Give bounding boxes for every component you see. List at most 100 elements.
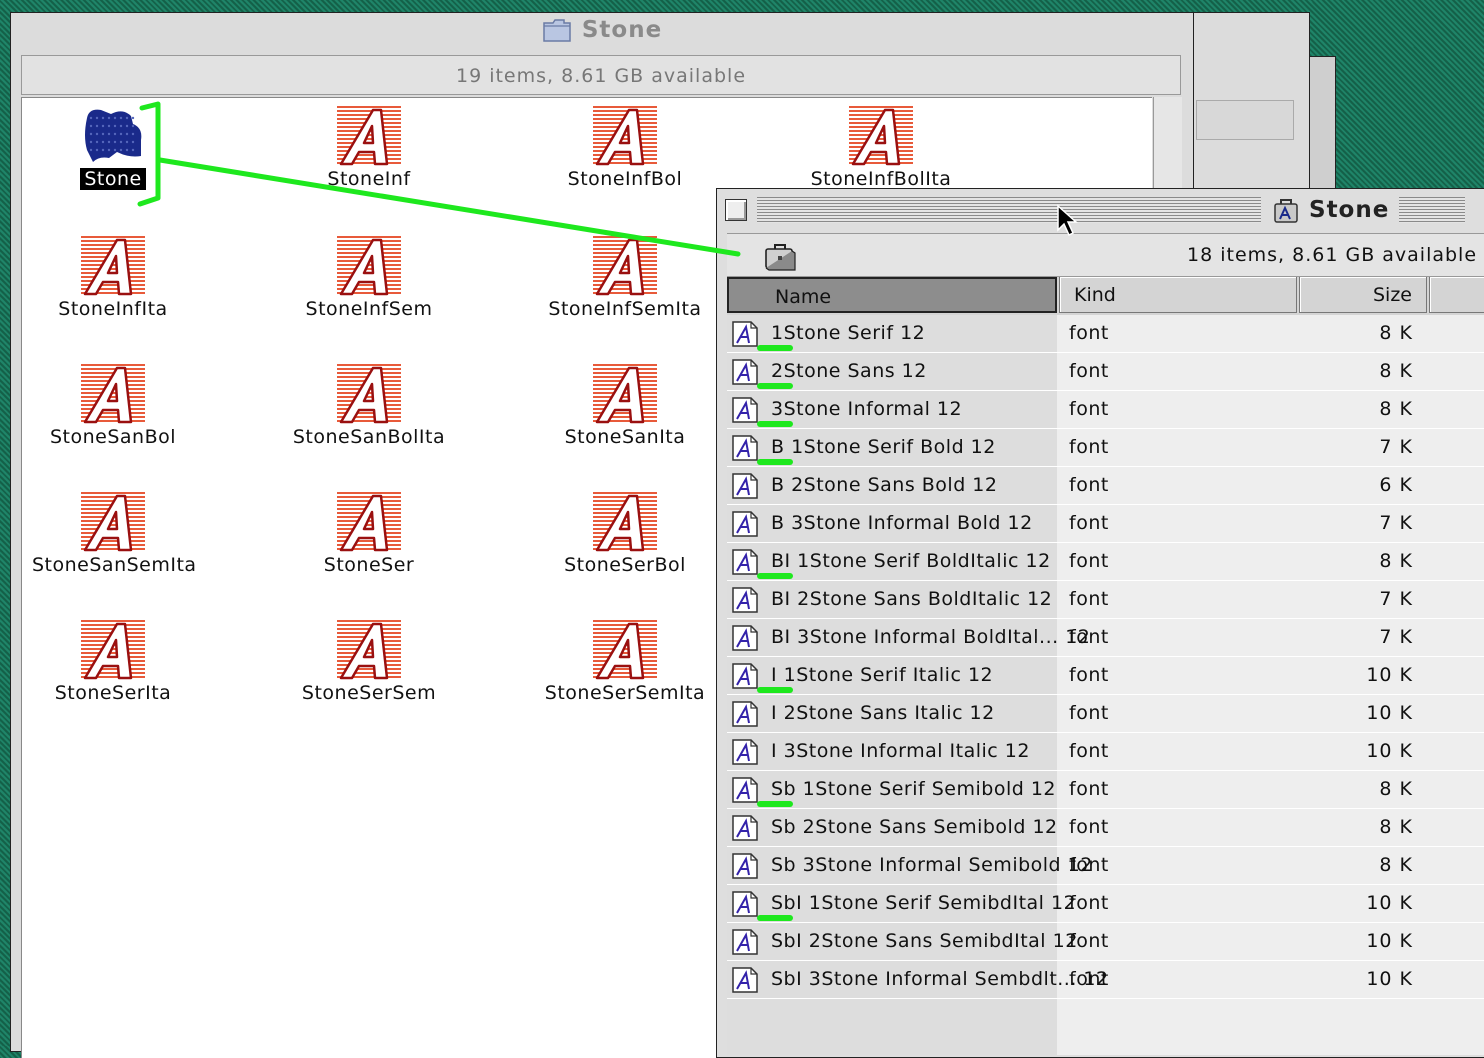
size-column-header[interactable]: Size [1299, 277, 1427, 313]
row-size: 10 K [1366, 664, 1413, 686]
bitmap-font-icon [732, 435, 758, 461]
bitmap-font-icon [732, 891, 758, 917]
file-name-label: StoneInfSem [305, 298, 433, 320]
row-size: 7 K [1379, 512, 1413, 534]
bitmap-font-icon [732, 777, 758, 803]
row-size: 7 K [1379, 588, 1413, 610]
name-column-header[interactable]: Name [727, 277, 1057, 313]
file-list[interactable]: 1Stone Serif 12 font 8 K 2Stone Sans 12 … [727, 315, 1484, 1055]
row-name: 1Stone Serif 12 [771, 322, 926, 344]
row-name: B 3Stone Informal Bold 12 [771, 512, 1033, 534]
row-name: I 2Stone Sans Italic 12 [771, 702, 995, 724]
stone-suitcase-window[interactable]: Stone 18 items, 8.61 GB available Name K… [716, 188, 1484, 1058]
row-size: 8 K [1379, 360, 1413, 382]
row-name: SbI 1Stone Serif SemibdItal 12 [771, 892, 1077, 914]
table-row[interactable]: I 1Stone Serif Italic 12 font 10 K [727, 657, 1484, 695]
suitcase-item[interactable]: Stone [28, 106, 198, 190]
arrow-cursor-icon [1057, 204, 1078, 237]
font-file-icon [337, 236, 401, 296]
font-file-item[interactable]: StoneSerBol [540, 492, 710, 576]
bitmap-font-icon [732, 701, 758, 727]
window-title: Stone [581, 17, 663, 43]
row-size: 8 K [1379, 854, 1413, 876]
font-file-item[interactable]: StoneSanBolIta [284, 364, 454, 448]
row-kind: font [1069, 816, 1109, 838]
font-file-icon [81, 620, 145, 680]
font-file-icon [593, 364, 657, 424]
row-kind: font [1069, 512, 1109, 534]
font-file-item[interactable]: StoneSanSemIta [28, 492, 198, 576]
file-name-label: StoneSerBol [564, 554, 686, 576]
table-row[interactable]: B 3Stone Informal Bold 12 font 7 K [727, 505, 1484, 543]
annotation-underline [757, 345, 793, 351]
table-row[interactable]: 1Stone Serif 12 font 8 K [727, 315, 1484, 353]
font-file-item[interactable]: StoneInfBol [540, 106, 710, 190]
bitmap-font-icon [732, 397, 758, 423]
font-file-item[interactable]: StoneSerSem [284, 620, 454, 704]
row-name: Sb 1Stone Serif Semibold 12 [771, 778, 1057, 800]
font-file-item[interactable]: StoneInfSemIta [540, 236, 710, 320]
row-kind: font [1069, 968, 1109, 990]
annotation-underline [757, 915, 793, 921]
window-title-bar[interactable]: Stone [11, 13, 1193, 51]
items-available-text: 19 items, 8.61 GB available [455, 65, 747, 87]
file-name-label: StoneSanBolIta [292, 426, 446, 448]
file-name-label: StoneSerIta [54, 682, 172, 704]
table-row[interactable]: BI 1Stone Serif BoldItalic 12 font 8 K [727, 543, 1484, 581]
font-file-item[interactable]: StoneInf [284, 106, 454, 190]
table-row[interactable]: SbI 3Stone Informal Sembdlt... 12 font 1… [727, 961, 1484, 999]
font-file-icon [337, 620, 401, 680]
kind-column-header[interactable]: Kind [1059, 277, 1297, 313]
row-kind: font [1069, 474, 1109, 496]
table-row[interactable]: SbI 1Stone Serif SemibdItal 12 font 10 K [727, 885, 1484, 923]
close-box-icon[interactable] [725, 199, 747, 221]
font-file-item[interactable]: StoneSanIta [540, 364, 710, 448]
row-size: 7 K [1379, 436, 1413, 458]
font-file-icon [337, 492, 401, 552]
row-name: I 3Stone Informal Italic 12 [771, 740, 1030, 762]
bitmap-font-icon [732, 321, 758, 347]
annotation-underline [757, 687, 793, 693]
font-file-item[interactable]: StoneInfSem [284, 236, 454, 320]
table-row[interactable]: I 3Stone Informal Italic 12 font 10 K [727, 733, 1484, 771]
bitmap-font-icon [732, 625, 758, 651]
row-name: 2Stone Sans 12 [771, 360, 927, 382]
row-name: BI 3Stone Informal BoldItal... 12 [771, 626, 1091, 648]
font-file-item[interactable]: StoneSerSemIta [540, 620, 710, 704]
bitmap-font-icon [732, 359, 758, 385]
bitmap-font-icon [732, 815, 758, 841]
row-size: 10 K [1366, 930, 1413, 952]
table-row[interactable]: B 2Stone Sans Bold 12 font 6 K [727, 467, 1484, 505]
table-row[interactable]: BI 3Stone Informal BoldItal... 12 font 7… [727, 619, 1484, 657]
table-row[interactable]: 3Stone Informal 12 font 8 K [727, 391, 1484, 429]
font-file-item[interactable]: StoneInfIta [28, 236, 198, 320]
annotation-underline [757, 459, 793, 465]
briefcase-icon [765, 244, 796, 271]
font-file-item[interactable]: StoneSerIta [28, 620, 198, 704]
file-name-label: StoneSerSem [301, 682, 437, 704]
font-file-item[interactable]: StoneInfBolIta [796, 106, 966, 190]
table-row[interactable]: I 2Stone Sans Italic 12 font 10 K [727, 695, 1484, 733]
row-name: 3Stone Informal 12 [771, 398, 963, 420]
table-row[interactable]: SbI 2Stone Sans SemibdItal 12 font 10 K [727, 923, 1484, 961]
row-kind: font [1069, 892, 1109, 914]
table-row[interactable]: Sb 1Stone Serif Semibold 12 font 8 K [727, 771, 1484, 809]
bitmap-font-icon [732, 549, 758, 575]
table-row[interactable]: B 1Stone Serif Bold 12 font 7 K [727, 429, 1484, 467]
font-file-item[interactable]: StoneSanBol [28, 364, 198, 448]
extra-column-header[interactable] [1429, 277, 1484, 313]
row-name: SbI 3Stone Informal Sembdlt... 12 [771, 968, 1109, 990]
row-size: 8 K [1379, 778, 1413, 800]
row-size: 10 K [1366, 740, 1413, 762]
row-name: BI 2Stone Sans BoldItalic 12 [771, 588, 1053, 610]
table-row[interactable]: Sb 3Stone Informal Semibold 12 font 8 K [727, 847, 1484, 885]
table-row[interactable]: 2Stone Sans 12 font 8 K [727, 353, 1484, 391]
table-row[interactable]: BI 2Stone Sans BoldItalic 12 font 7 K [727, 581, 1484, 619]
font-suitcase-icon [1274, 199, 1298, 223]
file-name-label: Stone [80, 168, 146, 190]
row-name: BI 1Stone Serif BoldItalic 12 [771, 550, 1051, 572]
table-row[interactable]: Sb 2Stone Sans Semibold 12 font 8 K [727, 809, 1484, 847]
annotation-underline [757, 383, 793, 389]
row-size: 6 K [1379, 474, 1413, 496]
font-file-item[interactable]: StoneSer [284, 492, 454, 576]
